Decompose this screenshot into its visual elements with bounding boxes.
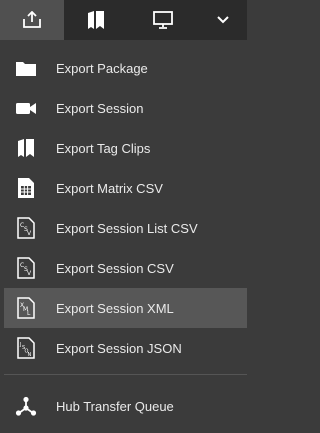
menu-item-export-session-list-csv[interactable]: C S V Export Session List CSV bbox=[4, 208, 247, 248]
menu-item-label: Hub Transfer Queue bbox=[56, 398, 174, 414]
tag-clips-icon bbox=[88, 11, 104, 29]
xml-file-icon: X M L bbox=[14, 296, 38, 320]
svg-text:N: N bbox=[28, 352, 32, 358]
menu-item-export-session-csv[interactable]: C S V Export Session CSV bbox=[4, 248, 247, 288]
more-options-button[interactable] bbox=[198, 0, 247, 40]
export-icon bbox=[23, 11, 41, 28]
svg-text:V: V bbox=[27, 270, 32, 277]
monitor-icon bbox=[153, 11, 173, 29]
menu-item-label: Export Session JSON bbox=[56, 340, 182, 356]
menu-item-label: Export Session XML bbox=[56, 300, 174, 316]
folder-icon bbox=[14, 56, 38, 80]
hub-network-icon bbox=[14, 394, 38, 418]
menu-item-label: Export Session CSV bbox=[56, 260, 174, 276]
menu-item-export-session-json[interactable]: J S O N Export Session JSON bbox=[4, 328, 247, 368]
video-camera-icon bbox=[14, 96, 38, 120]
menu-item-export-package[interactable]: Export Package bbox=[4, 48, 247, 88]
export-button[interactable] bbox=[0, 0, 64, 40]
csv-file-icon: C S V bbox=[14, 256, 38, 280]
tag-clips-tool-button[interactable] bbox=[64, 0, 128, 40]
menu-item-label: Export Tag Clips bbox=[56, 140, 151, 156]
menu-item-label: Export Session List CSV bbox=[56, 220, 198, 236]
chevron-down-icon bbox=[216, 16, 229, 24]
tag-clips-icon bbox=[14, 136, 38, 160]
menu-item-export-session[interactable]: Export Session bbox=[4, 88, 247, 128]
json-file-icon: J S O N bbox=[14, 336, 38, 360]
matrix-grid-icon bbox=[14, 176, 38, 200]
menu-item-export-session-xml[interactable]: X M L Export Session XML bbox=[4, 288, 247, 328]
menu-item-hub-transfer-queue[interactable]: Hub Transfer Queue bbox=[4, 386, 247, 426]
menu-item-label: Export Session bbox=[56, 100, 144, 116]
menu-item-export-matrix-csv[interactable]: Export Matrix CSV bbox=[4, 168, 247, 208]
export-menu: Export Package Export Session Export Tag… bbox=[4, 40, 247, 433]
toolbar bbox=[0, 0, 247, 40]
menu-divider bbox=[4, 374, 247, 375]
csv-file-icon: C S V bbox=[14, 216, 38, 240]
svg-text:V: V bbox=[27, 230, 32, 237]
svg-text:L: L bbox=[27, 310, 31, 317]
menu-item-label: Export Matrix CSV bbox=[56, 180, 163, 196]
menu-item-export-tag-clips[interactable]: Export Tag Clips bbox=[4, 128, 247, 168]
monitor-button[interactable] bbox=[128, 0, 198, 40]
menu-item-label: Export Package bbox=[56, 60, 148, 76]
